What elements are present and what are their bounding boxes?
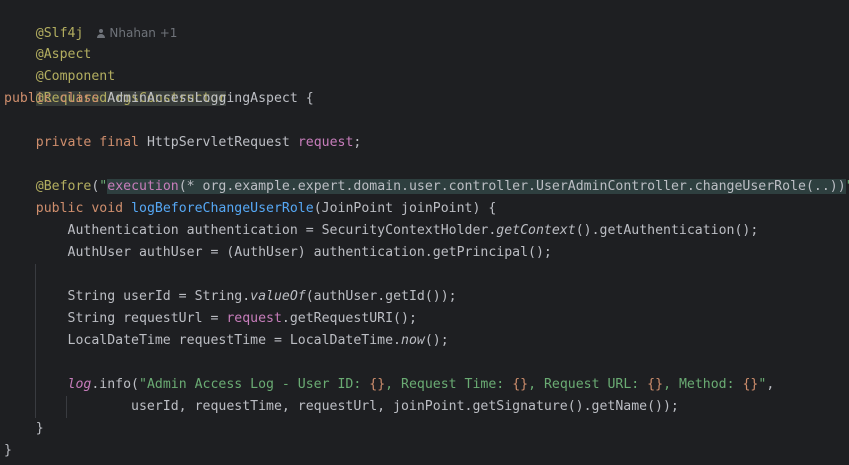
before-annotation: @Before	[35, 179, 92, 194]
code-line-5: public class AdminAccessLoggingAspect {	[4, 88, 314, 110]
info-call: .info(	[91, 377, 139, 392]
log-placeholder: {}	[369, 377, 386, 392]
method-params: (JoinPoint joinPoint) {	[313, 201, 497, 216]
log-placeholder: {}	[512, 377, 529, 392]
void-keyword: void	[91, 201, 124, 216]
request-url-pre: String requestUrl =	[67, 311, 227, 326]
get-context-call: getContext	[496, 223, 576, 238]
execution-keyword: execution	[107, 179, 179, 194]
log-args: userId, requestTime, requestUrl, joinPoi…	[131, 399, 679, 414]
code-line-12: AuthUser authUser = (AuthUser) authentic…	[4, 242, 552, 264]
public-keyword: public	[35, 201, 84, 216]
log-field: log	[67, 377, 92, 392]
open-brace: {	[305, 91, 314, 106]
comma: ,	[766, 377, 775, 392]
log-placeholder: {}	[742, 377, 759, 392]
author-hint-label: Nhahan +1	[109, 26, 178, 40]
code-line-15: String requestUrl = request.getRequestUR…	[4, 308, 417, 330]
auth-pre: Authentication authentication = Security…	[67, 223, 497, 238]
code-line-20: }	[4, 418, 44, 440]
pointcut-expression: (* org.example.expert.domain.user.contro…	[178, 179, 846, 194]
method-close-brace: }	[35, 421, 44, 436]
request-url-post: .getRequestURI();	[281, 311, 417, 326]
code-line-21: }	[4, 440, 12, 462]
author-hint[interactable]: Nhahan +1	[97, 26, 177, 40]
log-placeholder: {}	[647, 377, 664, 392]
private-keyword: private	[35, 135, 92, 150]
class-close-brace: }	[4, 443, 12, 458]
semicolon: ;	[353, 135, 362, 150]
class-keyword: class	[59, 91, 100, 106]
code-line-1: @Slf4j Nhahan +1	[4, 0, 178, 41]
log-string-part: , Request Time:	[385, 377, 513, 392]
log-string-part: , Request URL:	[528, 377, 648, 392]
field-type: HttpServletRequest	[146, 135, 290, 150]
value-of-call: valueOf	[250, 289, 306, 304]
request-time-post: ();	[424, 333, 449, 348]
auth-user-line: AuthUser authUser = (AuthUser) authentic…	[67, 245, 552, 260]
request-field-ref: request	[226, 311, 282, 326]
person-icon	[97, 29, 106, 38]
code-line-9: @Before("execution(* org.example.expert.…	[4, 176, 849, 198]
code-line-3: @Component	[4, 44, 115, 84]
auth-post: ().getAuthentication();	[575, 223, 759, 238]
code-line-2: @Aspect	[4, 22, 92, 62]
code-editor[interactable]: @Slf4j Nhahan +1 @Aspect @Component @Requ…	[0, 0, 849, 465]
code-line-16: LocalDateTime requestTime = LocalDateTim…	[4, 330, 449, 352]
code-line-7: private final HttpServletRequest request…	[4, 132, 362, 154]
class-name: AdminAccessLoggingAspect	[107, 91, 298, 106]
code-line-18: log.info("Admin Access Log - User ID: {}…	[4, 374, 775, 396]
code-line-4: @RequiredArgsConstructor	[4, 66, 227, 106]
code-line-14: String userId = String.valueOf(authUser.…	[4, 286, 457, 308]
public-keyword: public	[4, 91, 52, 106]
log-string-part: "Admin Access Log - User ID:	[139, 377, 370, 392]
final-keyword: final	[99, 135, 139, 150]
code-line-11: Authentication authentication = Security…	[4, 220, 759, 242]
request-field: request	[297, 135, 354, 150]
now-call: now	[401, 333, 425, 348]
user-id-pre: String userId = String.	[67, 289, 251, 304]
user-id-post: (authUser.getId());	[305, 289, 457, 304]
code-line-19: userId, requestTime, requestUrl, joinPoi…	[4, 396, 679, 418]
request-time-pre: LocalDateTime requestTime = LocalDateTim…	[67, 333, 401, 348]
method-name: logBeforeChangeUserRole	[131, 201, 314, 216]
quote-close: "	[846, 179, 849, 194]
code-line-10: public void logBeforeChangeUserRole(Join…	[4, 198, 497, 220]
log-string-part: , Method:	[663, 377, 743, 392]
